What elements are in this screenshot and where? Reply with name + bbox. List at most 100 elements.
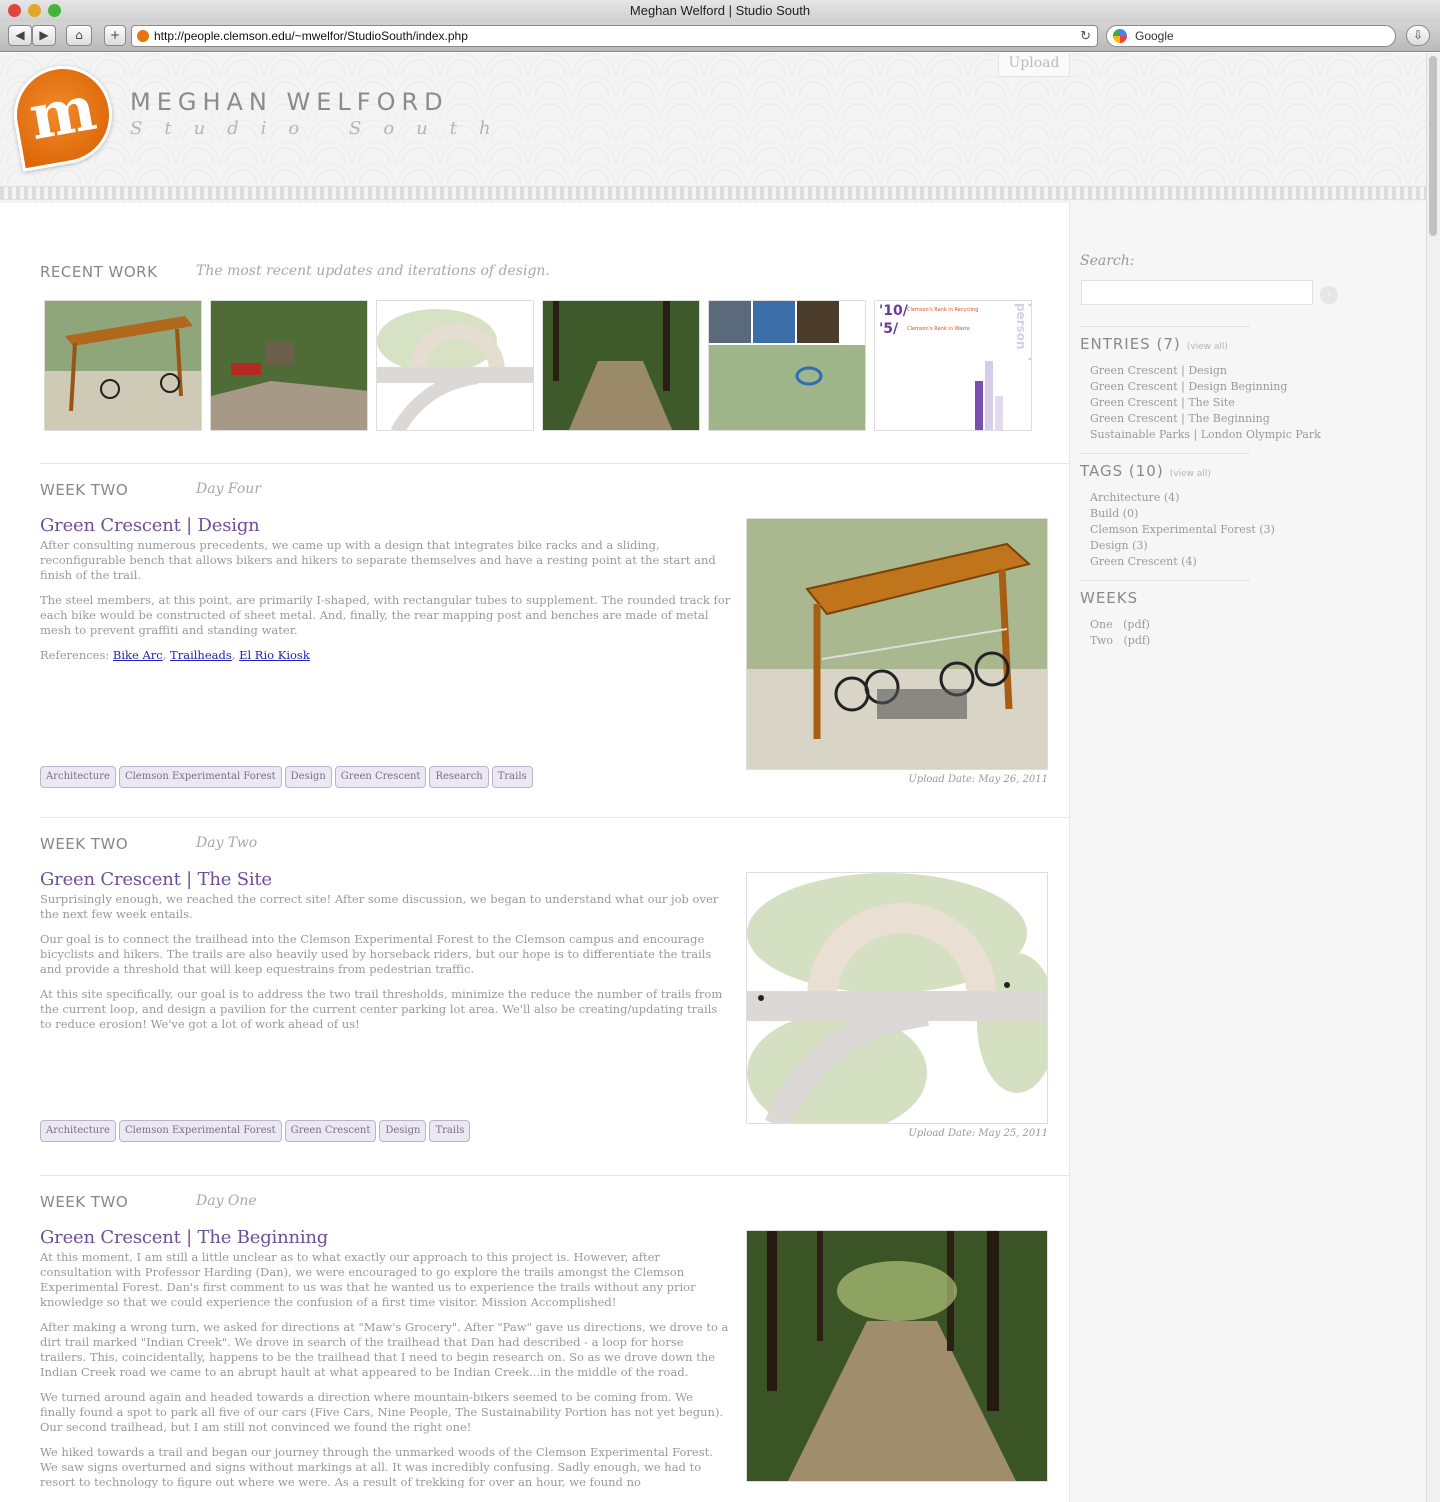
recent-work-subtitle: The most recent updates and iterations o… xyxy=(196,263,550,279)
week-item: One (pdf) xyxy=(1090,617,1150,633)
post-image-site-plan[interactable] xyxy=(746,872,1048,1124)
reference-link[interactable]: Bike Arc xyxy=(113,648,163,662)
search-field[interactable]: Google xyxy=(1106,25,1396,47)
upload-date: Upload Date: May 25, 2011 xyxy=(908,1128,1048,1139)
upload-link[interactable]: Upload xyxy=(998,53,1070,77)
downloads-button[interactable]: ⇩ xyxy=(1406,25,1430,46)
post-tag[interactable]: Green Crescent xyxy=(334,766,427,788)
post-tag[interactable]: Architecture xyxy=(40,1120,116,1142)
post-title[interactable]: Green Crescent | The Beginning xyxy=(40,1227,328,1248)
entries-list: Green Crescent | Design Green Crescent |… xyxy=(1090,363,1321,443)
divider xyxy=(40,463,1069,464)
forward-button[interactable]: ▶ xyxy=(32,25,56,46)
post-day: Day Four xyxy=(196,481,262,497)
week-link[interactable]: One xyxy=(1090,618,1113,631)
post-paragraph: We hiked towards a trail and began our j… xyxy=(40,1445,713,1488)
reference-link[interactable]: El Rio Kiosk xyxy=(239,648,310,662)
week-item: Two (pdf) xyxy=(1090,633,1150,649)
post-tag[interactable]: Architecture xyxy=(40,766,116,788)
post-paragraph: At this moment, I am still a little uncl… xyxy=(40,1250,696,1309)
week-pdf-link[interactable]: (pdf) xyxy=(1123,634,1150,647)
recent-thumb-olympic-park[interactable] xyxy=(708,300,866,431)
post-tag[interactable]: Clemson Experimental Forest xyxy=(118,766,282,788)
search-go-icon[interactable]: › xyxy=(1320,286,1338,304)
google-icon xyxy=(1113,29,1127,43)
pounds-per-person-label: pounds per person xyxy=(1014,303,1032,380)
post-tag[interactable]: Research xyxy=(429,766,489,788)
recent-thumb-trail[interactable] xyxy=(542,300,700,431)
olympic-park-image xyxy=(709,301,865,430)
upload-date: Upload Date: May 26, 2011 xyxy=(908,774,1048,785)
search-placeholder: Google xyxy=(1135,29,1174,43)
rank-recycling-value: '10/ xyxy=(879,303,908,319)
post-paragraph: The steel members, at this point, are pr… xyxy=(40,593,731,637)
site-name[interactable]: MEGHAN WELFORD xyxy=(130,88,449,116)
entry-link[interactable]: Green Crescent | The Beginning xyxy=(1090,411,1321,427)
post-paragraph: At this site specifically, our goal is t… xyxy=(40,987,723,1031)
scrollbar-thumb[interactable] xyxy=(1429,56,1437,236)
post-tag[interactable]: Design xyxy=(379,1120,427,1142)
add-bookmark-button[interactable]: + xyxy=(104,25,126,46)
zoom-window-button[interactable] xyxy=(48,4,61,17)
entry-link[interactable]: Green Crescent | Design xyxy=(1090,363,1321,379)
recent-work-heading: RECENT WORK xyxy=(40,263,158,281)
divider xyxy=(40,817,1069,818)
recent-thumb-site-plan[interactable] xyxy=(376,300,534,431)
post-references: References: Bike Arc, Trailheads, El Rio… xyxy=(40,648,310,662)
pavilion-render-image xyxy=(747,519,1047,769)
post-day: Day One xyxy=(196,1193,257,1209)
post-image-trail[interactable] xyxy=(746,1230,1048,1482)
post-tag[interactable]: Clemson Experimental Forest xyxy=(118,1120,282,1142)
recent-thumb-pavilion[interactable] xyxy=(44,300,202,431)
post-tags: Architecture Clemson Experimental Forest G… xyxy=(40,1118,473,1142)
post-paragraph: After consulting numerous precedents, we… xyxy=(40,538,716,582)
post-title[interactable]: Green Crescent | Design xyxy=(40,515,260,536)
post-tag[interactable]: Trails xyxy=(491,766,533,788)
tag-link[interactable]: Architecture (4) xyxy=(1090,490,1275,506)
reload-icon[interactable]: ↻ xyxy=(1080,26,1091,46)
tags-view-all-link[interactable]: (view all) xyxy=(1170,469,1211,479)
post-week: WEEK TWO xyxy=(40,835,129,853)
references-label: References: xyxy=(40,648,110,662)
window-title: Meghan Welford | Studio South xyxy=(629,3,811,18)
tags-list: Architecture (4) Build (0) Clemson Exper… xyxy=(1090,490,1275,570)
post-paragraph: After making a wrong turn, we asked for … xyxy=(40,1320,729,1379)
entries-title: ENTRIES (7) xyxy=(1080,335,1181,353)
post-tag[interactable]: Green Crescent xyxy=(284,1120,377,1142)
post-week: WEEK TWO xyxy=(40,1193,129,1211)
home-button[interactable]: ⌂ xyxy=(66,25,92,46)
header-border xyxy=(0,186,1426,200)
recent-thumb-site-photo[interactable] xyxy=(210,300,368,431)
post-image-pavilion[interactable] xyxy=(746,518,1048,770)
sidebar-search-input[interactable] xyxy=(1081,280,1313,305)
entry-link[interactable]: Green Crescent | Design Beginning xyxy=(1090,379,1321,395)
entry-link[interactable]: Green Crescent | The Site xyxy=(1090,395,1321,411)
minimize-window-button[interactable] xyxy=(28,4,41,17)
recent-thumb-recycling[interactable]: '10/ Clemson's Rank in Recycling '5/ Cle… xyxy=(874,300,1032,431)
back-button[interactable]: ◀ xyxy=(8,25,32,46)
weeks-list: One (pdf) Two (pdf) xyxy=(1090,617,1150,649)
divider xyxy=(40,1175,1069,1176)
site-subtitle: Studio South xyxy=(130,118,513,139)
tag-link[interactable]: Clemson Experimental Forest (3) xyxy=(1090,522,1275,538)
tag-link[interactable]: Design (3) xyxy=(1090,538,1275,554)
address-bar[interactable]: http://people.clemson.edu/~mwelfor/Studi… xyxy=(131,25,1098,47)
post-tag[interactable]: Design xyxy=(284,766,332,788)
reference-link[interactable]: Trailheads xyxy=(170,648,232,662)
tag-link[interactable]: Green Crescent (4) xyxy=(1090,554,1275,570)
page-scrollbar[interactable] xyxy=(1426,53,1440,1502)
entry-link[interactable]: Sustainable Parks | London Olympic Park xyxy=(1090,427,1321,443)
close-window-button[interactable] xyxy=(8,4,21,17)
sidebar-divider xyxy=(1080,453,1250,454)
post-week: WEEK TWO xyxy=(40,481,129,499)
week-pdf-link[interactable]: (pdf) xyxy=(1123,618,1150,631)
pavilion-image xyxy=(45,301,201,430)
post-tags: Architecture Clemson Experimental Forest D… xyxy=(40,764,536,788)
week-link[interactable]: Two xyxy=(1090,634,1113,647)
post-tag[interactable]: Trails xyxy=(429,1120,471,1142)
post-title[interactable]: Green Crescent | The Site xyxy=(40,869,272,890)
tags-heading: TAGS (10) (view all) xyxy=(1080,462,1211,480)
tag-link[interactable]: Build (0) xyxy=(1090,506,1275,522)
entries-view-all-link[interactable]: (view all) xyxy=(1187,342,1228,352)
post-body: Surprisingly enough, we reached the corr… xyxy=(40,892,732,1032)
